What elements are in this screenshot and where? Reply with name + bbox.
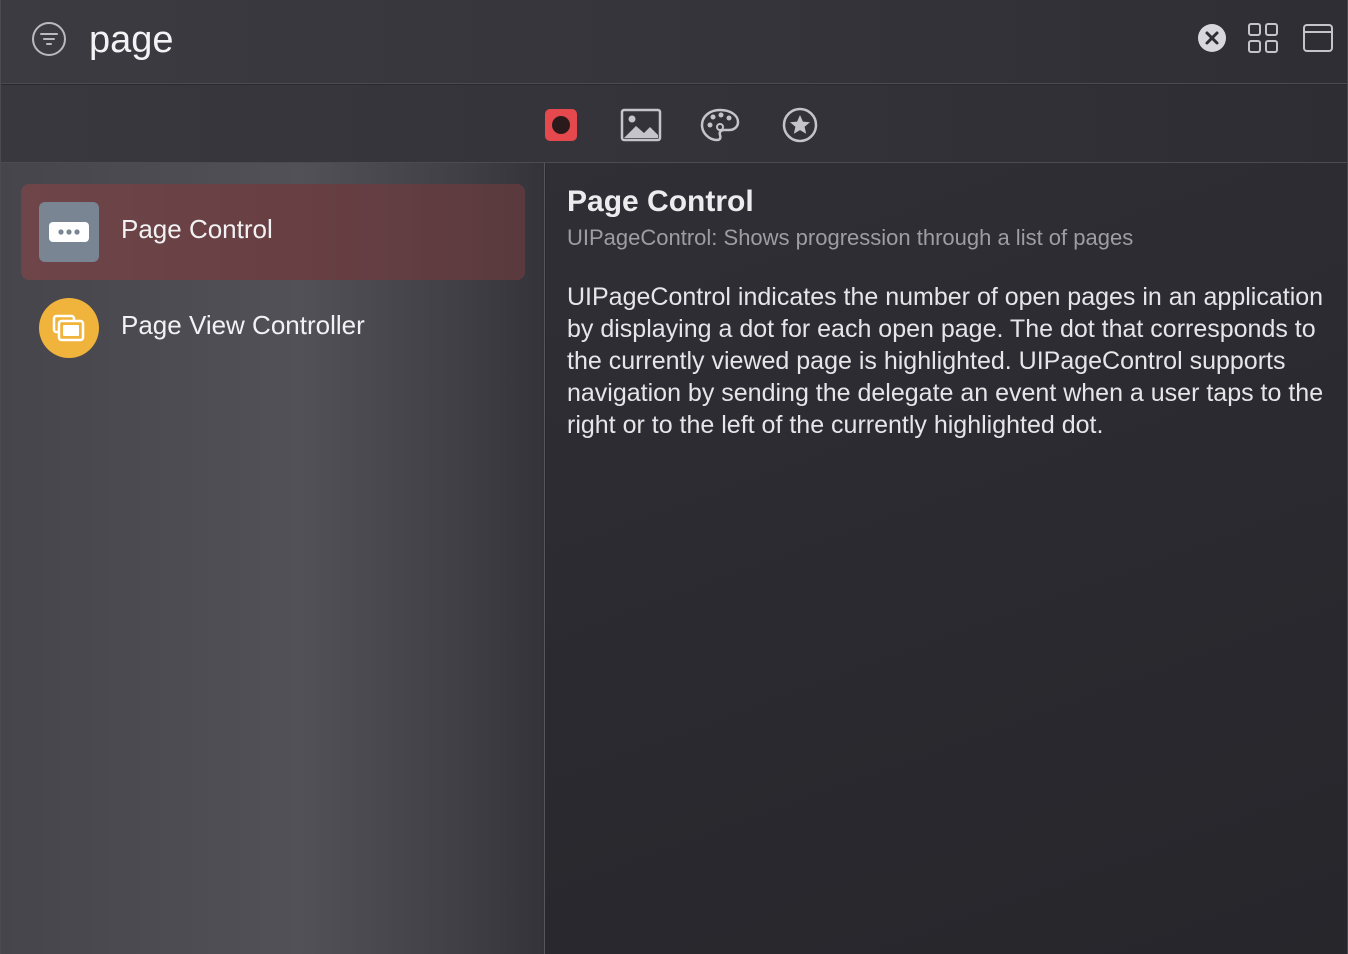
library-results-list: Page Control Page View Controller (1, 163, 545, 954)
search-input[interactable] (89, 14, 1169, 66)
list-item-page-view-controller[interactable]: Page View Controller (21, 280, 525, 376)
list-item-label: Page View Controller (121, 310, 365, 340)
detail-description: UIPageControl indicates the number of op… (567, 283, 1324, 439)
clear-search-icon[interactable] (1197, 23, 1227, 53)
palette-icon (700, 108, 740, 142)
detail-panel: Page Control UIPageControl: Shows progre… (546, 163, 1347, 954)
tab-colors[interactable] (699, 105, 740, 145)
star-circle-icon (782, 107, 818, 143)
library-window: Page Control Page View Controller Page C… (0, 0, 1348, 954)
view-record-icon (545, 109, 577, 141)
grid-view-icon[interactable] (1247, 22, 1279, 54)
list-item-page-control[interactable]: Page Control (21, 184, 525, 280)
image-icon (620, 108, 662, 142)
tab-symbols[interactable] (780, 105, 820, 145)
filter-icon[interactable] (31, 21, 67, 57)
list-item-label: Page Control (121, 214, 273, 244)
tab-views[interactable] (541, 105, 581, 145)
category-tab-bar (1, 85, 1347, 163)
search-bar (1, 0, 1347, 84)
window-panel-icon[interactable] (1302, 22, 1334, 54)
page-control-icon (39, 202, 99, 262)
detail-subtitle: UIPageControl: Shows progression through… (567, 225, 1134, 250)
detail-title: Page Control (567, 185, 754, 218)
page-view-controller-icon (39, 298, 99, 358)
tab-media[interactable] (620, 105, 662, 145)
